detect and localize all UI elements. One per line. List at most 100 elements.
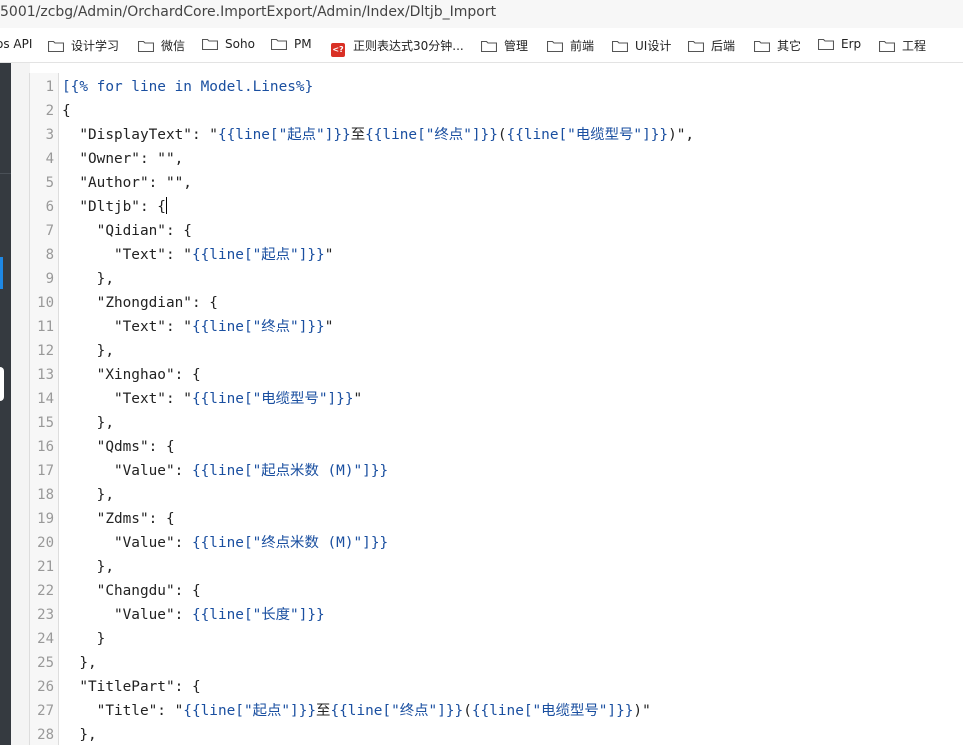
bookmark-item[interactable]: 前端 <box>547 37 594 53</box>
code-text[interactable]: "Changdu": { <box>62 579 201 603</box>
folder-icon <box>818 38 834 50</box>
code-text[interactable]: }, <box>62 339 114 363</box>
code-line[interactable]: 4 "Owner": "", <box>30 147 963 171</box>
line-number: 2 <box>45 103 54 119</box>
code-text[interactable]: }, <box>62 555 114 579</box>
bookmark-label: Soho <box>225 37 255 51</box>
code-line[interactable]: 18 }, <box>30 483 963 507</box>
bookmark-label: 微信 <box>161 39 186 53</box>
code-text[interactable]: "Value": {{line["终点米数 (M)"]}} <box>62 531 388 555</box>
bookmark-item[interactable]: <? 正则表达式30分钟... <box>331 37 464 57</box>
bookmark-item[interactable]: 设计学习 <box>48 37 119 53</box>
folder-icon <box>879 40 895 52</box>
code-text[interactable]: }, <box>62 723 96 747</box>
line-number: 10 <box>37 295 54 311</box>
code-line[interactable]: 16 "Qdms": { <box>30 435 963 459</box>
line-number: 15 <box>37 415 54 431</box>
bookmark-item[interactable]: os API <box>0 37 32 53</box>
code-text[interactable]: "Author": "", <box>62 171 192 195</box>
code-line[interactable]: 17 "Value": {{line["起点米数 (M)"]}} <box>30 459 963 483</box>
code-line[interactable]: 10 "Zhongdian": { <box>30 291 963 315</box>
code-text[interactable]: "Title": "{{line["起点"]}}至{{line["终点"]}}(… <box>62 699 651 723</box>
code-text[interactable]: "Text": "{{line["终点"]}}" <box>62 315 333 339</box>
json-token: { <box>62 103 71 119</box>
code-line[interactable]: 1 [{% for line in Model.Lines%} <box>30 75 963 99</box>
code-text[interactable]: "Qidian": { <box>62 219 192 243</box>
code-text[interactable]: } <box>62 627 106 651</box>
code-line[interactable]: 2{ <box>30 99 963 123</box>
code-line[interactable]: 8 "Text": "{{line["起点"]}}" <box>30 243 963 267</box>
code-line[interactable]: 27 "Title": "{{line["起点"]}}至{{line["终点"]… <box>30 699 963 723</box>
json-token: "Author": "", <box>79 175 192 191</box>
code-text[interactable]: "Qdms": { <box>62 435 175 459</box>
bookmark-item[interactable]: PM <box>271 37 312 53</box>
code-line[interactable]: 9 }, <box>30 267 963 291</box>
code-text[interactable]: "Xinghao": { <box>62 363 201 387</box>
code-line[interactable]: 11 "Text": "{{line["终点"]}}" <box>30 315 963 339</box>
sidebar-collapse-handle[interactable] <box>0 367 4 401</box>
code-text[interactable]: "Owner": "", <box>62 147 183 171</box>
code-text[interactable]: "Dltjb": { <box>62 195 167 219</box>
code-text[interactable]: "Value": {{line["长度"]}} <box>62 603 325 627</box>
code-line[interactable]: 21 }, <box>30 555 963 579</box>
bookmark-item[interactable]: 其它 <box>754 37 801 53</box>
code-line[interactable]: 6 "Dltjb": { <box>30 195 963 219</box>
folder-icon <box>271 38 287 50</box>
code-text[interactable]: }, <box>62 651 96 675</box>
code-line[interactable]: 5 "Author": "", <box>30 171 963 195</box>
line-number: 19 <box>37 511 54 527</box>
bookmark-item[interactable]: Soho <box>202 37 255 53</box>
template-token: {{line["终点米数 (M)"]}} <box>191 535 389 551</box>
json-token: )" <box>633 703 651 719</box>
bookmark-item[interactable]: 微信 <box>138 37 185 53</box>
code-line[interactable]: 7 "Qidian": { <box>30 219 963 243</box>
code-line[interactable]: 12 }, <box>30 339 963 363</box>
code-text[interactable]: { <box>62 99 71 123</box>
code-text[interactable]: "DisplayText": "{{line["起点"]}}至{{line["终… <box>62 123 694 147</box>
code-text[interactable]: "Zdms": { <box>62 507 175 531</box>
code-text[interactable]: "TitlePart": { <box>62 675 200 699</box>
code-line[interactable]: 24 } <box>30 627 963 651</box>
bookmark-item[interactable]: UI设计 <box>612 37 671 53</box>
code-text[interactable]: }, <box>62 483 114 507</box>
bookmark-item[interactable]: 管理 <box>481 37 528 53</box>
code-line[interactable]: 13 "Xinghao": { <box>30 363 963 387</box>
code-text[interactable]: "Zhongdian": { <box>62 291 218 315</box>
bookmark-label: 设计学习 <box>71 39 120 53</box>
line-number: 13 <box>37 367 54 383</box>
address-bar[interactable]: 5001/zcbg/Admin/OrchardCore.ImportExport… <box>0 0 963 28</box>
code-line[interactable]: 28 }, <box>30 723 963 747</box>
code-text[interactable]: "Text": "{{line["起点"]}}" <box>62 243 333 267</box>
bookmark-item[interactable]: Erp <box>818 37 861 53</box>
line-number: 1 <box>45 79 54 95</box>
folder-icon <box>547 40 563 52</box>
code-text[interactable]: "Value": {{line["起点米数 (M)"]}} <box>62 459 388 483</box>
sidebar-divider <box>0 173 11 174</box>
code-line[interactable]: 15 }, <box>30 411 963 435</box>
code-line[interactable]: 20 "Value": {{line["终点米数 (M)"]}} <box>30 531 963 555</box>
url-text[interactable]: 5001/zcbg/Admin/OrchardCore.ImportExport… <box>0 4 496 20</box>
code-text[interactable]: "Text": "{{line["电缆型号"]}}" <box>62 387 362 411</box>
code-text[interactable]: }, <box>62 411 114 435</box>
code-text[interactable]: }, <box>62 267 114 291</box>
code-line[interactable]: 14 "Text": "{{line["电缆型号"]}}" <box>30 387 963 411</box>
code-line[interactable]: 19 "Zdms": { <box>30 507 963 531</box>
code-line[interactable]: 3 "DisplayText": "{{line["起点"]}}至{{line[… <box>30 123 963 147</box>
code-line[interactable]: 22 "Changdu": { <box>30 579 963 603</box>
code-line[interactable]: 25 }, <box>30 651 963 675</box>
json-token: "Text": " <box>113 319 192 335</box>
code-text[interactable]: [{% for line in Model.Lines%} <box>62 75 313 99</box>
code-line[interactable]: 23 "Value": {{line["长度"]}} <box>30 603 963 627</box>
bookmark-item[interactable]: 后端 <box>688 37 735 53</box>
text-cursor <box>165 197 167 214</box>
json-token: "Text": " <box>113 391 192 407</box>
bookmark-item[interactable]: 工程 <box>879 37 926 53</box>
sidebar-active-indicator <box>0 257 3 289</box>
code-line[interactable]: 26 "TitlePart": { <box>30 675 963 699</box>
